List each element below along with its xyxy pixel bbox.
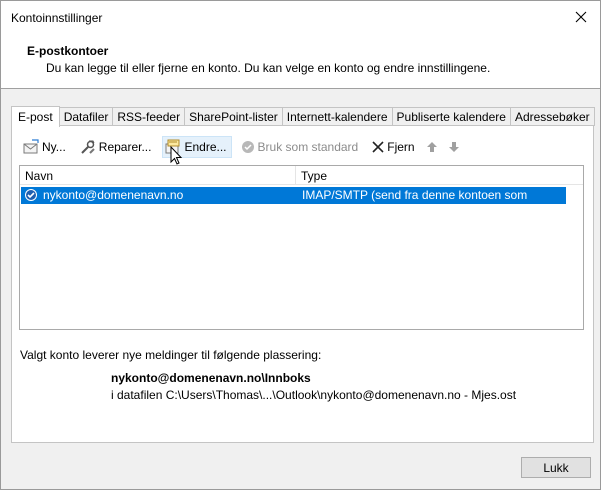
move-down-icon[interactable] [448,141,460,153]
set-default-button[interactable]: Bruk som standard [238,136,364,158]
accounts-list: Navn Type nykonto@domenenavn.no IMAP/SMT… [19,165,584,330]
tab-adressebøker[interactable]: Adressebøker [510,107,595,126]
set-default-button-label: Bruk som standard [257,140,359,154]
account-row[interactable]: nykonto@domenenavn.no IMAP/SMTP (send fr… [21,187,566,216]
header-section: E-postkontoer Du kan legge til eller fje… [1,34,600,89]
new-button-label: Ny... [42,140,66,154]
default-account-check-icon [24,188,38,205]
new-account-icon [23,139,39,155]
remove-button[interactable]: Fjern [369,136,419,158]
remove-x-icon [372,141,384,153]
title-bar: Kontoinnstillinger [1,1,600,34]
new-button[interactable]: Ny... [20,136,71,158]
column-header-type[interactable]: Type [301,169,327,183]
header-title: E-postkontoer [27,44,109,58]
tab-publiserte-kalendere[interactable]: Publiserte kalendere [392,107,511,126]
repair-button[interactable]: Reparer... [77,136,157,158]
column-header-name[interactable]: Navn [25,169,53,183]
window-title: Kontoinnstillinger [11,11,103,25]
close-icon[interactable] [568,5,594,29]
repair-button-label: Reparer... [98,140,152,154]
tab-datafiler[interactable]: Datafiler [59,107,114,126]
close-button[interactable]: Lukk [521,457,591,478]
header-description: Du kan legge til eller fjerne en konto. … [46,61,491,75]
tab-strip: E-post Datafiler RSS-feeder SharePoint-l… [11,106,595,127]
email-tab-panel: Ny... Reparer... Endre... Bruk som stand… [11,125,594,443]
account-name: nykonto@domenenavn.no [43,188,184,202]
mouse-pointer-icon [170,145,184,169]
tab-e-post[interactable]: E-post [11,106,60,127]
checkmark-circle-icon [241,140,255,154]
delivery-label: Valgt konto leverer nye meldinger til fø… [20,348,322,362]
move-up-icon[interactable] [426,141,438,153]
wrench-icon [80,139,96,155]
list-header: Navn Type [20,166,583,185]
delivery-data-file: i datafilen C:\Users\Thomas\...\Outlook\… [111,388,517,402]
accounts-toolbar: Ny... Reparer... Endre... Bruk som stand… [20,136,470,158]
remove-button-label: Fjern [387,140,415,154]
account-type: IMAP/SMTP (send fra denne kontoen som st… [302,188,528,216]
tab-rss-feeder[interactable]: RSS-feeder [113,107,186,126]
delivery-folder: nykonto@domenenavn.no\Innboks [111,371,311,385]
account-settings-dialog: Kontoinnstillinger E-postkontoer Du kan … [0,0,601,490]
column-divider[interactable] [295,166,296,185]
change-button-label: Endre... [184,140,227,154]
tab-internett-kalendere[interactable]: Internett-kalendere [282,107,393,126]
tab-sharepoint-lister[interactable]: SharePoint-lister [185,107,283,126]
